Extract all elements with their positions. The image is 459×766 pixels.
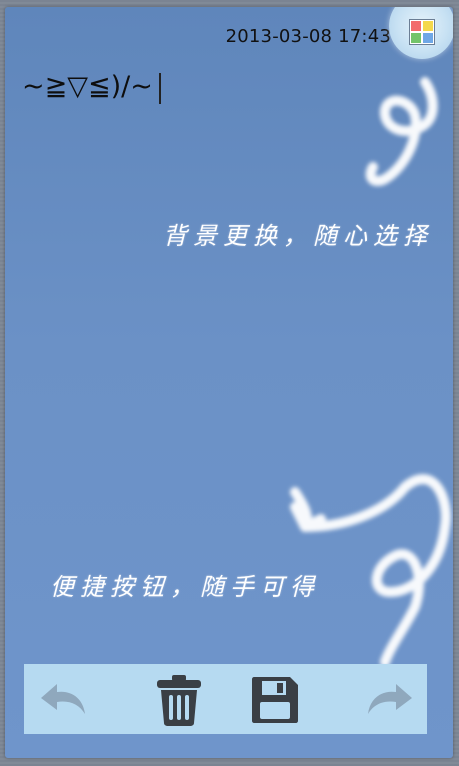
redo-button[interactable] bbox=[361, 672, 417, 728]
redo-arrow-icon bbox=[368, 684, 412, 714]
save-button[interactable] bbox=[247, 672, 303, 728]
top-swirl-arrow bbox=[365, 77, 438, 187]
undo-button[interactable] bbox=[36, 672, 92, 728]
buttons-hint-text: 便捷按钮，随手可得 bbox=[50, 573, 320, 601]
hint-arrows-decoration bbox=[290, 77, 451, 667]
undo-arrow-icon bbox=[41, 684, 85, 714]
trash-can-icon bbox=[157, 675, 201, 726]
background-hint-text: 背景更换，随心选择 bbox=[163, 222, 433, 250]
delete-button[interactable] bbox=[151, 672, 207, 728]
note-card: 2013-03-08 17:43 ~≧▽≦)/~ 背景更换，随心选择 便捷按钮，… bbox=[5, 7, 453, 758]
floppy-disk-icon bbox=[252, 677, 298, 723]
bottom-toolbar bbox=[24, 664, 427, 734]
